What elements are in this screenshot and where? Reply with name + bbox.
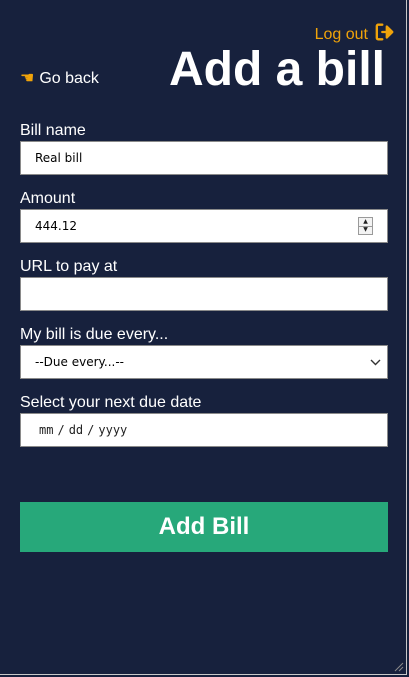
date-year-placeholder[interactable]: yyyy	[98, 423, 127, 437]
due-date-input[interactable]: mm / dd / yyyy	[20, 413, 388, 447]
url-label: URL to pay at	[20, 258, 118, 275]
go-back-link[interactable]: ☚ Go back	[20, 70, 99, 88]
resize-grip-icon[interactable]	[394, 662, 404, 672]
frequency-group: My bill is due every... --Due every...--	[20, 325, 388, 379]
add-bill-button[interactable]: Add Bill	[20, 502, 388, 552]
stepper-up-icon[interactable]: ▲	[359, 218, 372, 226]
go-back-label: Go back	[39, 70, 99, 87]
frequency-label: My bill is due every...	[20, 326, 169, 343]
stepper-down-icon[interactable]: ▼	[359, 225, 372, 235]
bill-name-input[interactable]: Real bill	[20, 141, 388, 175]
frequency-selected-value: --Due every...--	[35, 355, 124, 369]
amount-value: 444.12	[35, 219, 77, 233]
amount-input[interactable]: 444.12 ▲ ▼	[20, 209, 388, 243]
date-month-placeholder[interactable]: mm	[39, 423, 53, 437]
frequency-select[interactable]: --Due every...--	[20, 345, 388, 379]
pointing-hand-icon: ☚	[20, 70, 35, 87]
logout-label: Log out	[314, 25, 368, 43]
date-separator: /	[87, 423, 95, 437]
page-title: Add a bill	[169, 43, 385, 96]
amount-stepper[interactable]: ▲ ▼	[358, 217, 373, 235]
chevron-down-icon	[370, 356, 381, 369]
date-day-placeholder[interactable]: dd	[69, 423, 83, 437]
amount-group: Amount 444.12 ▲ ▼	[20, 189, 388, 243]
bill-name-value: Real bill	[35, 151, 83, 165]
due-date-group: Select your next due date mm / dd / yyyy	[20, 393, 388, 447]
due-date-label: Select your next due date	[20, 394, 202, 411]
date-separator: /	[57, 423, 65, 437]
url-input[interactable]	[20, 277, 388, 311]
amount-label: Amount	[20, 190, 76, 207]
url-group: URL to pay at	[20, 257, 388, 311]
add-bill-page: Log out ☚ Go back Add a bill Bill name R…	[0, 0, 407, 675]
bill-name-label: Bill name	[20, 122, 86, 139]
bill-name-group: Bill name Real bill	[20, 121, 388, 175]
